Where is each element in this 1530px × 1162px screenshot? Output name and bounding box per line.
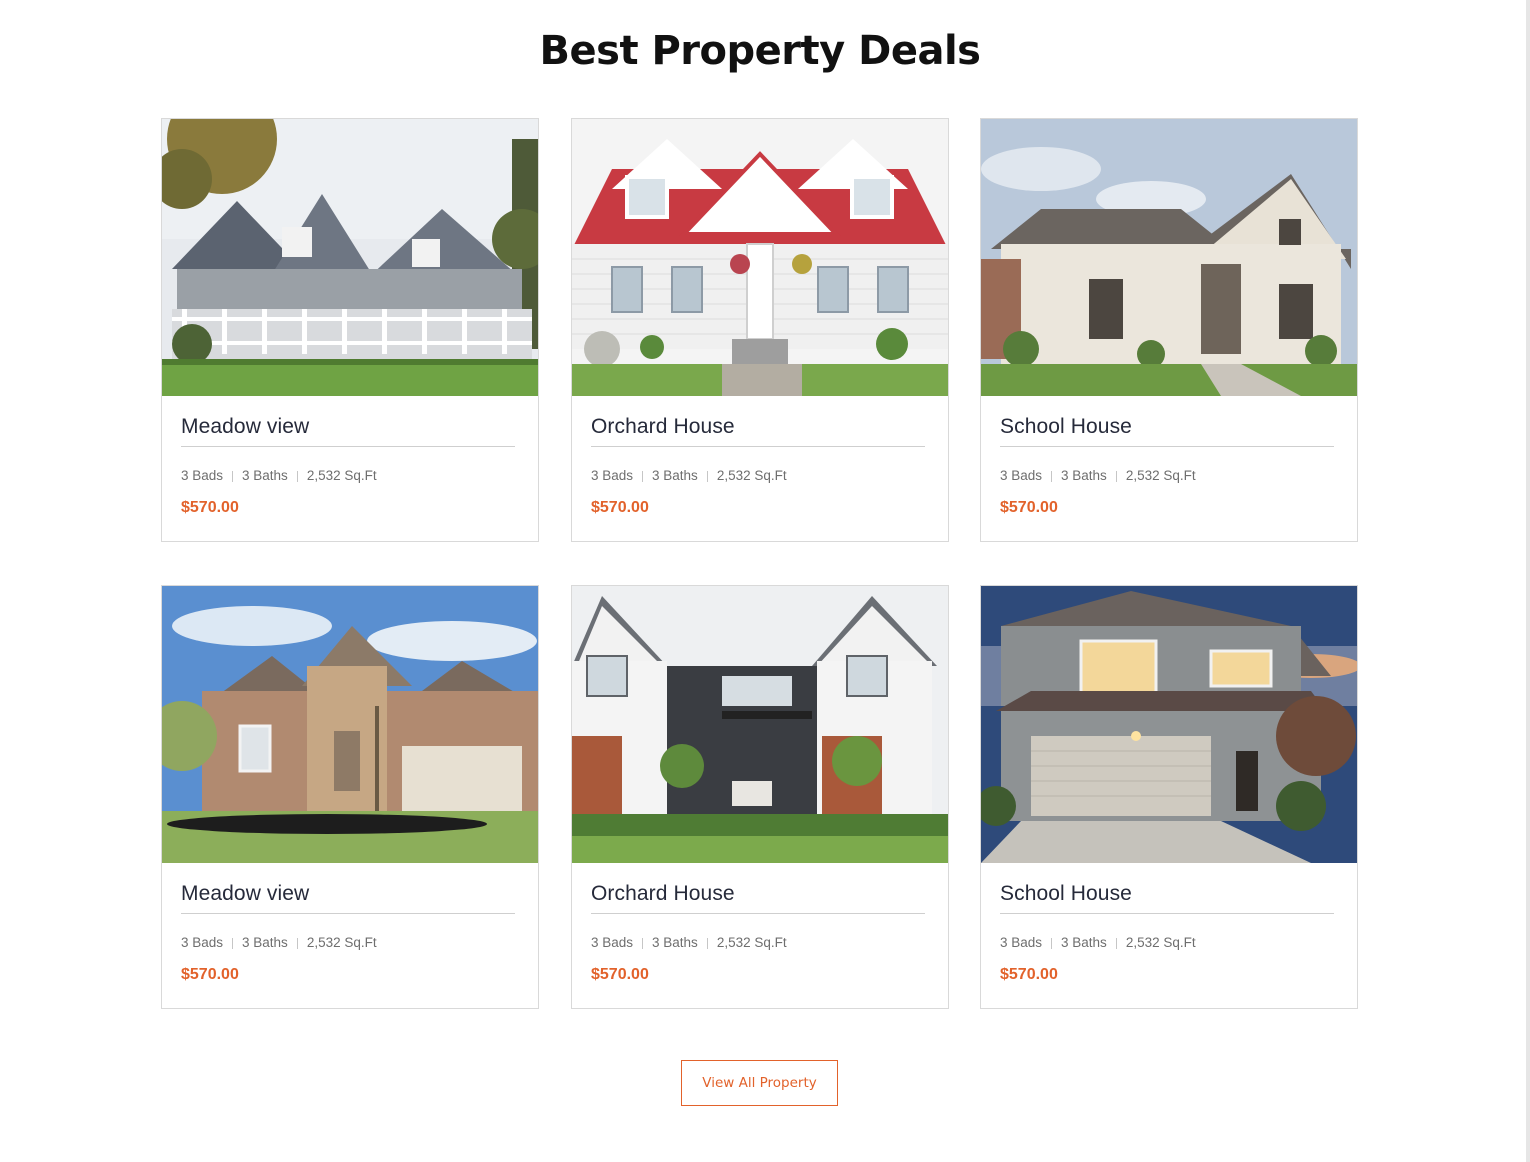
property-grid: Meadow view 3 Bads 3 Baths 2,532 Sq.Ft $… [161, 118, 1358, 1009]
property-specs: 3 Bads 3 Baths 2,532 Sq.Ft [591, 934, 787, 952]
property-beds: 3 Bads [1000, 468, 1043, 483]
property-name[interactable]: Meadow view [181, 882, 515, 914]
property-price: $570.00 [181, 499, 239, 516]
property-specs: 3 Bads 3 Baths 2,532 Sq.Ft [181, 467, 377, 485]
house-photo-orchard-house [572, 119, 948, 396]
property-beds: 3 Bads [591, 468, 634, 483]
page-right-edge [1526, 0, 1530, 1162]
property-photo[interactable] [572, 119, 948, 396]
spec-divider [706, 937, 708, 949]
property-name[interactable]: Meadow view [181, 415, 515, 447]
property-photo[interactable] [162, 119, 538, 396]
property-price: $570.00 [1000, 966, 1058, 983]
house-photo-orchard-house [572, 586, 948, 863]
property-price: $570.00 [1000, 499, 1058, 516]
property-baths: 3 Baths [242, 935, 288, 950]
property-beds: 3 Bads [1000, 935, 1043, 950]
property-photo[interactable] [981, 119, 1357, 396]
spec-divider [1051, 937, 1053, 949]
spec-divider [296, 470, 298, 482]
property-specs: 3 Bads 3 Baths 2,532 Sq.Ft [1000, 934, 1196, 952]
property-name[interactable]: School House [1000, 882, 1334, 914]
property-beds: 3 Bads [591, 935, 634, 950]
property-baths: 3 Baths [1061, 935, 1107, 950]
property-beds: 3 Bads [181, 468, 224, 483]
property-card[interactable]: Orchard House 3 Bads 3 Baths 2,532 Sq.Ft… [571, 118, 949, 542]
property-price: $570.00 [591, 966, 649, 983]
property-specs: 3 Bads 3 Baths 2,532 Sq.Ft [591, 467, 787, 485]
property-photo[interactable] [981, 586, 1357, 863]
spec-divider [1051, 470, 1053, 482]
spec-divider [642, 470, 644, 482]
property-area: 2,532 Sq.Ft [1125, 935, 1196, 950]
house-photo-school-house [981, 586, 1357, 863]
house-photo-meadow-view [162, 119, 538, 396]
property-area: 2,532 Sq.Ft [306, 935, 377, 950]
property-baths: 3 Baths [652, 935, 698, 950]
property-card[interactable]: Orchard House 3 Bads 3 Baths 2,532 Sq.Ft… [571, 585, 949, 1009]
property-card[interactable]: School House 3 Bads 3 Baths 2,532 Sq.Ft … [980, 118, 1358, 542]
property-area: 2,532 Sq.Ft [1125, 468, 1196, 483]
property-baths: 3 Baths [242, 468, 288, 483]
spec-divider [642, 937, 644, 949]
property-card[interactable]: Meadow view 3 Bads 3 Baths 2,532 Sq.Ft $… [161, 118, 539, 542]
spec-divider [1115, 470, 1117, 482]
property-name[interactable]: School House [1000, 415, 1334, 447]
property-card[interactable]: Meadow view 3 Bads 3 Baths 2,532 Sq.Ft $… [161, 585, 539, 1009]
spec-divider [1115, 937, 1117, 949]
property-area: 2,532 Sq.Ft [716, 935, 787, 950]
property-beds: 3 Bads [181, 935, 224, 950]
property-name[interactable]: Orchard House [591, 882, 925, 914]
property-area: 2,532 Sq.Ft [716, 468, 787, 483]
property-specs: 3 Bads 3 Baths 2,532 Sq.Ft [1000, 467, 1196, 485]
view-all-property-button[interactable]: View All Property [681, 1060, 838, 1106]
house-photo-meadow-view [162, 586, 538, 863]
spec-divider [296, 937, 298, 949]
property-photo[interactable] [162, 586, 538, 863]
spec-divider [706, 470, 708, 482]
property-baths: 3 Baths [1061, 468, 1107, 483]
property-name[interactable]: Orchard House [591, 415, 925, 447]
property-price: $570.00 [591, 499, 649, 516]
property-specs: 3 Bads 3 Baths 2,532 Sq.Ft [181, 934, 377, 952]
property-card[interactable]: School House 3 Bads 3 Baths 2,532 Sq.Ft … [980, 585, 1358, 1009]
spec-divider [232, 470, 234, 482]
property-baths: 3 Baths [652, 468, 698, 483]
property-area: 2,532 Sq.Ft [306, 468, 377, 483]
house-photo-school-house [981, 119, 1357, 396]
property-photo[interactable] [572, 586, 948, 863]
property-price: $570.00 [181, 966, 239, 983]
spec-divider [232, 937, 234, 949]
section-title: Best Property Deals [539, 28, 981, 74]
